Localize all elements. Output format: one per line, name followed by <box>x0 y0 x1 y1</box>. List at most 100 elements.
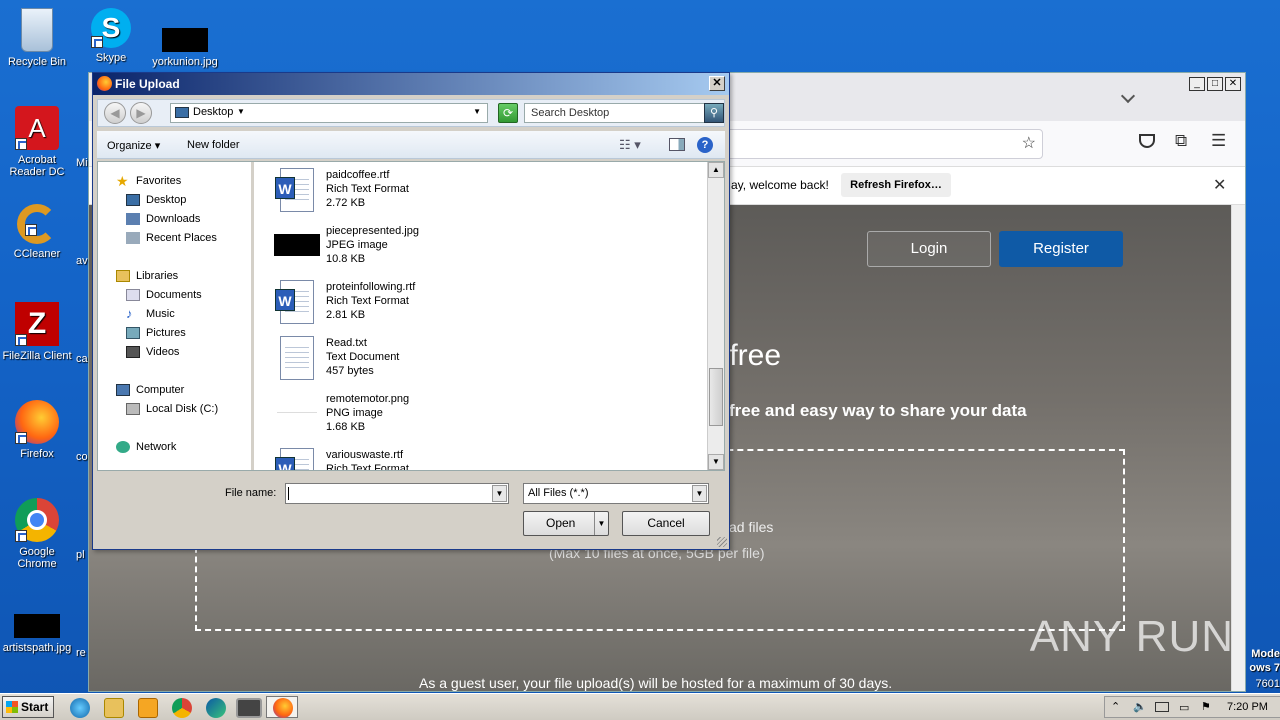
pocket-icon[interactable] <box>1139 134 1155 148</box>
chrome-icon[interactable] <box>172 698 192 718</box>
desktop-icon-artistspath[interactable]: artistspath.jpg <box>0 614 74 654</box>
file-type-select[interactable]: All Files (*.*) ▼ <box>523 483 709 504</box>
dialog-body: ★ Favorites Desktop Downloads Recent Plac… <box>97 161 725 471</box>
image-file-icon <box>162 28 208 52</box>
windows-mode-text: Mode <box>1251 648 1280 660</box>
close-button[interactable]: ✕ <box>1225 77 1241 91</box>
desktop-label-fragment: ca <box>76 353 88 365</box>
bookmark-star-icon[interactable]: ☆ <box>1022 133 1036 153</box>
tray-expand-icon[interactable]: ⌃ <box>1111 700 1120 713</box>
word-document-icon: W <box>274 168 320 214</box>
network-tray-icon[interactable] <box>1155 702 1169 712</box>
scroll-down-arrow[interactable]: ▼ <box>708 454 724 470</box>
tab-list-chevron-icon[interactable] <box>1120 88 1136 104</box>
taskbar-app-icon[interactable] <box>236 698 262 718</box>
navigation-pane: ★ Favorites Desktop Downloads Recent Plac… <box>98 162 254 470</box>
nav-videos[interactable]: Videos <box>126 343 179 361</box>
word-document-icon: W <box>274 280 320 326</box>
help-icon[interactable]: ? <box>697 137 713 153</box>
scroll-up-arrow[interactable]: ▲ <box>708 162 724 178</box>
clock[interactable]: 7:20 PM <box>1227 701 1268 713</box>
desktop-icon-firefox[interactable]: Firefox <box>0 400 74 460</box>
nav-network[interactable]: Network <box>116 438 176 456</box>
resize-grip-icon[interactable] <box>717 537 727 547</box>
back-button[interactable]: ◀ <box>104 102 126 124</box>
list-item[interactable]: piecepresented.jpg JPEG image 10.8 KB <box>274 222 574 274</box>
list-item[interactable]: W proteinfollowing.rtf Rich Text Format … <box>274 278 574 330</box>
nav-documents[interactable]: Documents <box>126 286 202 304</box>
nav-local-disk[interactable]: Local Disk (C:) <box>126 400 218 418</box>
open-button[interactable]: Open ▼ <box>523 511 609 536</box>
libraries-icon <box>116 270 130 282</box>
organize-button[interactable]: Organize ▾ <box>107 139 160 152</box>
preview-pane-icon[interactable] <box>669 138 685 151</box>
firefox-taskbar-button[interactable] <box>266 696 298 718</box>
file-name-label: File name: <box>225 487 277 499</box>
list-item[interactable]: remotemotor.png PNG image 1.68 KB <box>274 390 574 442</box>
menu-icon[interactable]: ☰ <box>1211 131 1226 151</box>
nav-music[interactable]: ♪ Music <box>126 305 175 323</box>
desktop-icon-ccleaner[interactable]: CCleaner <box>0 204 74 260</box>
file-upload-dialog: File Upload ✕ ◀ ▶ Desktop ▼ ▼ ⟳ Search D… <box>92 72 730 550</box>
open-split-chevron-icon[interactable]: ▼ <box>594 512 608 535</box>
internet-explorer-icon[interactable] <box>70 698 90 718</box>
extensions-icon[interactable]: ⧉ <box>1175 131 1187 151</box>
nav-libraries[interactable]: Libraries <box>116 267 178 285</box>
ccleaner-icon <box>17 204 57 244</box>
file-name-input[interactable]: ▼ <box>285 483 509 504</box>
maximize-button[interactable]: □ <box>1207 77 1223 91</box>
anyrun-watermark: ANY RUN <box>1029 612 1234 661</box>
desktop-icon-filezilla[interactable]: Z FileZilla Client <box>0 302 74 362</box>
file-explorer-icon[interactable] <box>104 698 124 718</box>
search-icon[interactable]: ⚲ <box>704 103 724 123</box>
desktop-icon-chrome[interactable]: Google Chrome <box>0 498 74 570</box>
search-input[interactable]: Search Desktop <box>524 103 706 123</box>
edge-icon[interactable] <box>206 698 226 718</box>
chevron-down-icon[interactable]: ▼ <box>692 485 707 502</box>
desktop-label-fragment: Mi <box>76 157 88 169</box>
notification-text: ay, welcome back! <box>731 178 829 192</box>
nav-desktop[interactable]: Desktop <box>126 191 186 209</box>
nav-downloads[interactable]: Downloads <box>126 210 200 228</box>
url-bar[interactable]: ☆ <box>699 129 1043 159</box>
display-icon[interactable]: ▭ <box>1179 701 1189 714</box>
nav-computer[interactable]: Computer <box>116 381 184 399</box>
nav-recent-places[interactable]: Recent Places <box>126 229 217 247</box>
windows-version-text: ows 7 <box>1249 662 1280 674</box>
chevron-down-icon[interactable]: ▼ <box>492 485 507 502</box>
minimize-button[interactable]: _ <box>1189 77 1205 91</box>
close-notification-icon[interactable]: ✕ <box>1213 175 1226 195</box>
list-item[interactable]: W paidcoffee.rtf Rich Text Format 2.72 K… <box>274 166 574 218</box>
location-label: Desktop <box>193 106 234 118</box>
register-button[interactable]: Register <box>999 231 1123 267</box>
media-player-icon[interactable] <box>138 698 158 718</box>
desktop-icon-yorkunion[interactable]: yorkunion.jpg <box>148 8 222 68</box>
list-item[interactable]: Read.txt Text Document 457 bytes <box>274 334 574 386</box>
chevron-down-icon[interactable]: ▼ <box>237 107 245 116</box>
desktop-icon-acrobat[interactable]: A Acrobat Reader DC <box>0 106 74 178</box>
view-options-icon[interactable]: ☷ ▾ <box>619 137 641 153</box>
dialog-close-button[interactable]: ✕ <box>709 76 725 91</box>
forward-button[interactable]: ▶ <box>130 102 152 124</box>
login-button[interactable]: Login <box>867 231 991 267</box>
desktop-icon-recycle-bin[interactable]: Recycle Bin <box>0 8 74 68</box>
location-dropdown[interactable]: Desktop ▼ ▼ <box>170 103 488 123</box>
refresh-firefox-button[interactable]: Refresh Firefox… <box>841 173 951 197</box>
action-center-flag-icon[interactable]: ⚑ <box>1201 700 1211 713</box>
refresh-button[interactable]: ⟳ <box>498 103 518 123</box>
file-list-scrollbar[interactable]: ▲ ▼ <box>707 162 724 470</box>
list-item[interactable]: W variouswaste.rtf Rich Text Format <box>274 446 574 470</box>
scroll-thumb[interactable] <box>709 368 723 426</box>
new-folder-button[interactable]: New folder <box>187 139 240 151</box>
cancel-button[interactable]: Cancel <box>622 511 710 536</box>
word-document-icon: W <box>274 448 320 470</box>
volume-icon[interactable]: 🔈 <box>1133 700 1147 713</box>
dialog-footer: File name: ▼ All Files (*.*) ▼ Open ▼ Ca… <box>93 473 729 549</box>
desktop-icon <box>126 194 140 206</box>
start-button[interactable]: Start <box>2 696 54 718</box>
windows-logo-icon <box>6 701 18 713</box>
desktop-icon-skype[interactable]: S Skype <box>74 8 148 64</box>
nav-favorites[interactable]: ★ Favorites <box>116 172 181 190</box>
history-dropdown-icon[interactable]: ▼ <box>473 107 481 116</box>
nav-pictures[interactable]: Pictures <box>126 324 186 342</box>
